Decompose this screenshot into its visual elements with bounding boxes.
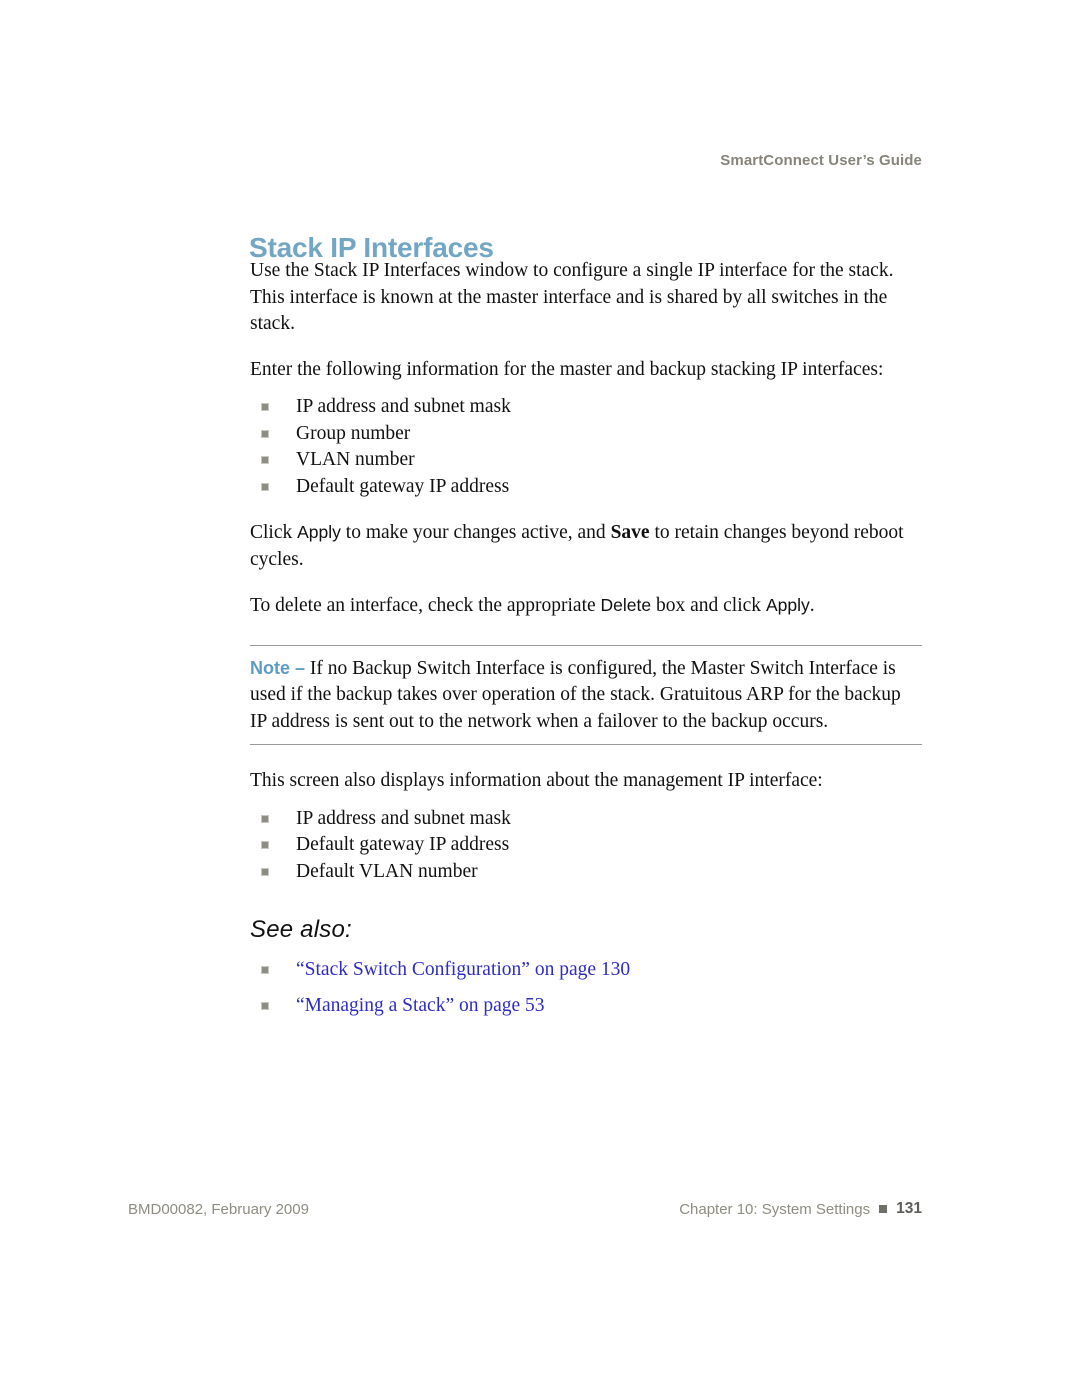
square-bullet-icon (261, 482, 269, 491)
save-command-reference: Save (610, 522, 650, 543)
list-item: Default gateway IP address (250, 832, 922, 859)
list-item: Group number (250, 421, 922, 448)
delete-paragraph-part1: To delete an interface, check the approp… (250, 595, 601, 616)
note-body: If no Backup Switch Interface is configu… (250, 657, 901, 732)
apply-button-reference: Apply (297, 522, 341, 542)
list-item-label: Default gateway IP address (296, 475, 510, 497)
list-item[interactable]: “Managing a Stack” on page 53 (250, 993, 922, 1020)
square-bullet-icon (261, 1001, 269, 1010)
running-header: SmartConnect User’s Guide (720, 152, 922, 169)
list-item-label: IP address and subnet mask (296, 396, 511, 417)
list-item-label: Group number (296, 422, 411, 444)
footer-right-group: Chapter 10: System Settings 131 (679, 1200, 922, 1218)
list-item: IP address and subnet mask (250, 394, 922, 421)
square-bullet-icon (261, 456, 269, 464)
square-bullet-icon (261, 841, 269, 849)
note-callout: Note – If no Backup Switch Interface is … (250, 644, 922, 745)
see-also-list: “Stack Switch Configuration” on page 130… (250, 957, 922, 1019)
square-bullet-icon (261, 814, 269, 823)
square-bullet-icon (261, 403, 269, 411)
note-label: Note – (250, 657, 306, 678)
cross-reference-link[interactable]: “Managing a Stack” on page 53 (296, 995, 545, 1016)
list-item-label: IP address and subnet mask (296, 807, 511, 829)
intro-paragraph-1: Use the Stack IP Interfaces window to co… (250, 260, 894, 334)
delete-paragraph: To delete an interface, check the approp… (250, 592, 922, 620)
list-item: Default VLAN number (250, 859, 922, 886)
apply-paragraph-part1: Click (250, 522, 298, 543)
footer-chapter: Chapter 10: System Settings (679, 1200, 871, 1218)
delete-paragraph-part2: box and click (651, 595, 766, 616)
config-info-list: IP address and subnet mask Group number … (250, 394, 922, 500)
list-item-label: Default gateway IP address (296, 834, 510, 855)
page-footer: BMD00082, February 2009 Chapter 10: Syst… (128, 1200, 922, 1218)
square-separator-icon (879, 1205, 888, 1213)
page-content: Use the Stack IP Interfaces window to co… (250, 258, 922, 1028)
note-text: Note – If no Backup Switch Interface is … (250, 655, 922, 736)
footer-doc-id: BMD00082, February 2009 (128, 1200, 309, 1218)
list-item[interactable]: “Stack Switch Configuration” on page 130 (250, 957, 922, 984)
list-item: VLAN number (250, 447, 922, 474)
delete-paragraph-part3: . (809, 595, 815, 616)
list-item: Default gateway IP address (250, 474, 922, 501)
apply-paragraph: Click Apply to make your changes active,… (250, 519, 922, 573)
apply-button-reference: Apply (765, 595, 810, 615)
management-info-list: IP address and subnet mask Default gatew… (250, 806, 922, 886)
intro-paragraph-2: Enter the following information for the … (250, 358, 884, 380)
see-also-heading: See also: (250, 916, 352, 943)
list-item-label: VLAN number (296, 449, 415, 470)
square-bullet-icon (261, 966, 269, 974)
delete-checkbox-reference: Delete (600, 595, 652, 615)
apply-paragraph-part2: to make your changes active, and (340, 522, 611, 543)
document-page: SmartConnect User’s Guide Stack IP Inter… (0, 0, 1080, 1397)
list-item: IP address and subnet mask (250, 806, 922, 833)
cross-reference-link[interactable]: “Stack Switch Configuration” on page 130 (296, 959, 630, 980)
square-bullet-icon (261, 429, 269, 438)
square-bullet-icon (261, 867, 269, 876)
footer-page-number: 131 (896, 1200, 922, 1217)
management-lead-in: This screen also displays information ab… (250, 770, 823, 791)
list-item-label: Default VLAN number (296, 860, 478, 882)
